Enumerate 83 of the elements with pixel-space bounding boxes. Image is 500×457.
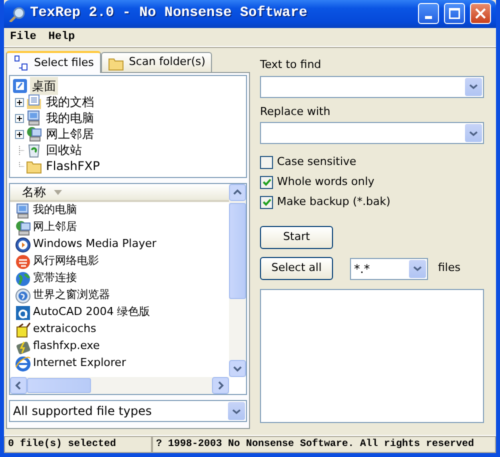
dropdown-button[interactable] <box>228 402 245 420</box>
tab-label: Select files <box>34 54 94 71</box>
tree-item[interactable]: 桌面 <box>30 77 58 95</box>
scroll-up-icon <box>229 184 246 201</box>
horizontal-scrollbar[interactable] <box>10 377 229 394</box>
maximize-button[interactable] <box>444 3 465 24</box>
window-title: TexRep 2.0 - No Nonsense Software <box>30 4 308 24</box>
list-entry[interactable]: 我的电脑 <box>33 202 77 219</box>
checkbox[interactable] <box>260 196 273 208</box>
computer-icon <box>26 110 42 126</box>
tree-item[interactable]: 我的文档 <box>44 93 96 111</box>
minimize-button[interactable] <box>418 3 439 24</box>
tree-item[interactable]: FlashFXP <box>44 157 102 175</box>
network-computers-icon <box>26 126 42 142</box>
list-entry[interactable]: 风行网络电影 <box>33 253 99 270</box>
file-type-dropdown[interactable]: All supported file types <box>9 400 247 422</box>
checkbox[interactable] <box>260 156 273 168</box>
desktop-icon <box>12 78 28 94</box>
checkbox-label: Whole words only <box>277 174 374 190</box>
field-label: Text to find <box>260 57 322 73</box>
chevron-down-icon <box>412 264 423 273</box>
globe-icon <box>15 270 31 286</box>
scroll-right-icon <box>212 377 229 394</box>
list-entry[interactable]: extraicochs <box>33 321 96 338</box>
expander-icon[interactable] <box>15 114 24 122</box>
expander-icon[interactable] <box>15 130 24 138</box>
sort-arrow-icon <box>54 190 62 194</box>
close-button[interactable] <box>470 3 491 24</box>
list-entry[interactable]: AutoCAD 2004 绿色版 <box>33 304 150 321</box>
tab[interactable]: Scan folder(s) <box>100 52 212 72</box>
computer-icon <box>15 202 31 218</box>
status-text: ? 1998-2003 No Nonsense Software. All rights reserved <box>152 436 496 453</box>
gift-box-icon <box>15 322 31 338</box>
tree-item[interactable]: 网上邻居 <box>44 125 96 143</box>
dropdown-button[interactable] <box>465 124 482 142</box>
checkbox-label: Make backup (*.bak) <box>277 194 390 210</box>
column-label: 名称 <box>22 184 46 201</box>
magnifier-icon <box>9 6 25 22</box>
list-entry[interactable]: 世界之窗浏览器 <box>33 287 110 304</box>
menu-item[interactable]: File <box>6 28 40 46</box>
mask-suffix-label: files <box>438 260 460 276</box>
select-all-button[interactable]: Select all <box>260 257 333 280</box>
document-folder-icon <box>26 94 42 110</box>
status-text: 0 file(s) selected <box>4 436 152 453</box>
dropdown-value: *.* <box>354 260 370 278</box>
file-mask-dropdown[interactable]: *.* <box>350 258 428 280</box>
dropdown-value: All supported file types <box>13 403 152 420</box>
field-label: Replace with <box>260 104 332 120</box>
tree-item[interactable]: 我的电脑 <box>44 109 96 127</box>
list-entry[interactable]: Windows Media Player <box>33 236 156 253</box>
tab-label: Scan folder(s) <box>128 54 206 70</box>
chevron-down-icon <box>468 128 479 138</box>
checkbox[interactable] <box>260 176 273 188</box>
scroll-down-icon <box>229 360 246 377</box>
list-entry[interactable]: Internet Explorer <box>33 355 126 372</box>
media-player-icon <box>15 236 31 252</box>
letter-a-tile-icon <box>15 304 31 320</box>
dropdown-button[interactable] <box>409 260 426 278</box>
start-button[interactable]: Start <box>260 226 333 249</box>
menu-item[interactable]: Help <box>44 28 79 46</box>
scroll-left-icon <box>10 377 27 394</box>
chevron-down-icon <box>468 82 479 91</box>
text-field[interactable] <box>260 122 484 144</box>
text-field[interactable] <box>260 76 484 98</box>
column-header[interactable]: 名称 <box>10 184 229 202</box>
tree-item[interactable]: 回收站 <box>44 141 84 159</box>
tab[interactable]: Select files <box>6 51 101 73</box>
stripe-circle-icon <box>15 254 31 270</box>
globe-icon <box>15 288 31 304</box>
letter-e-icon <box>15 356 31 372</box>
maximize-icon <box>449 8 460 20</box>
dropdown-button[interactable] <box>465 78 482 96</box>
vertical-scrollbar[interactable] <box>229 184 246 377</box>
checkbox-label: Case sensitive <box>277 154 356 170</box>
expander-icon[interactable] <box>15 98 24 106</box>
minimize-icon <box>425 16 432 20</box>
recycle-bin-icon <box>26 142 42 158</box>
close-icon <box>475 8 486 20</box>
list-entry[interactable]: 网上邻居 <box>33 219 77 236</box>
list-entry[interactable]: 宽带连接 <box>33 270 77 287</box>
list-entry[interactable]: flashfxp.exe <box>33 338 100 355</box>
network-computers-icon <box>15 220 31 236</box>
chevron-down-icon <box>231 406 242 416</box>
